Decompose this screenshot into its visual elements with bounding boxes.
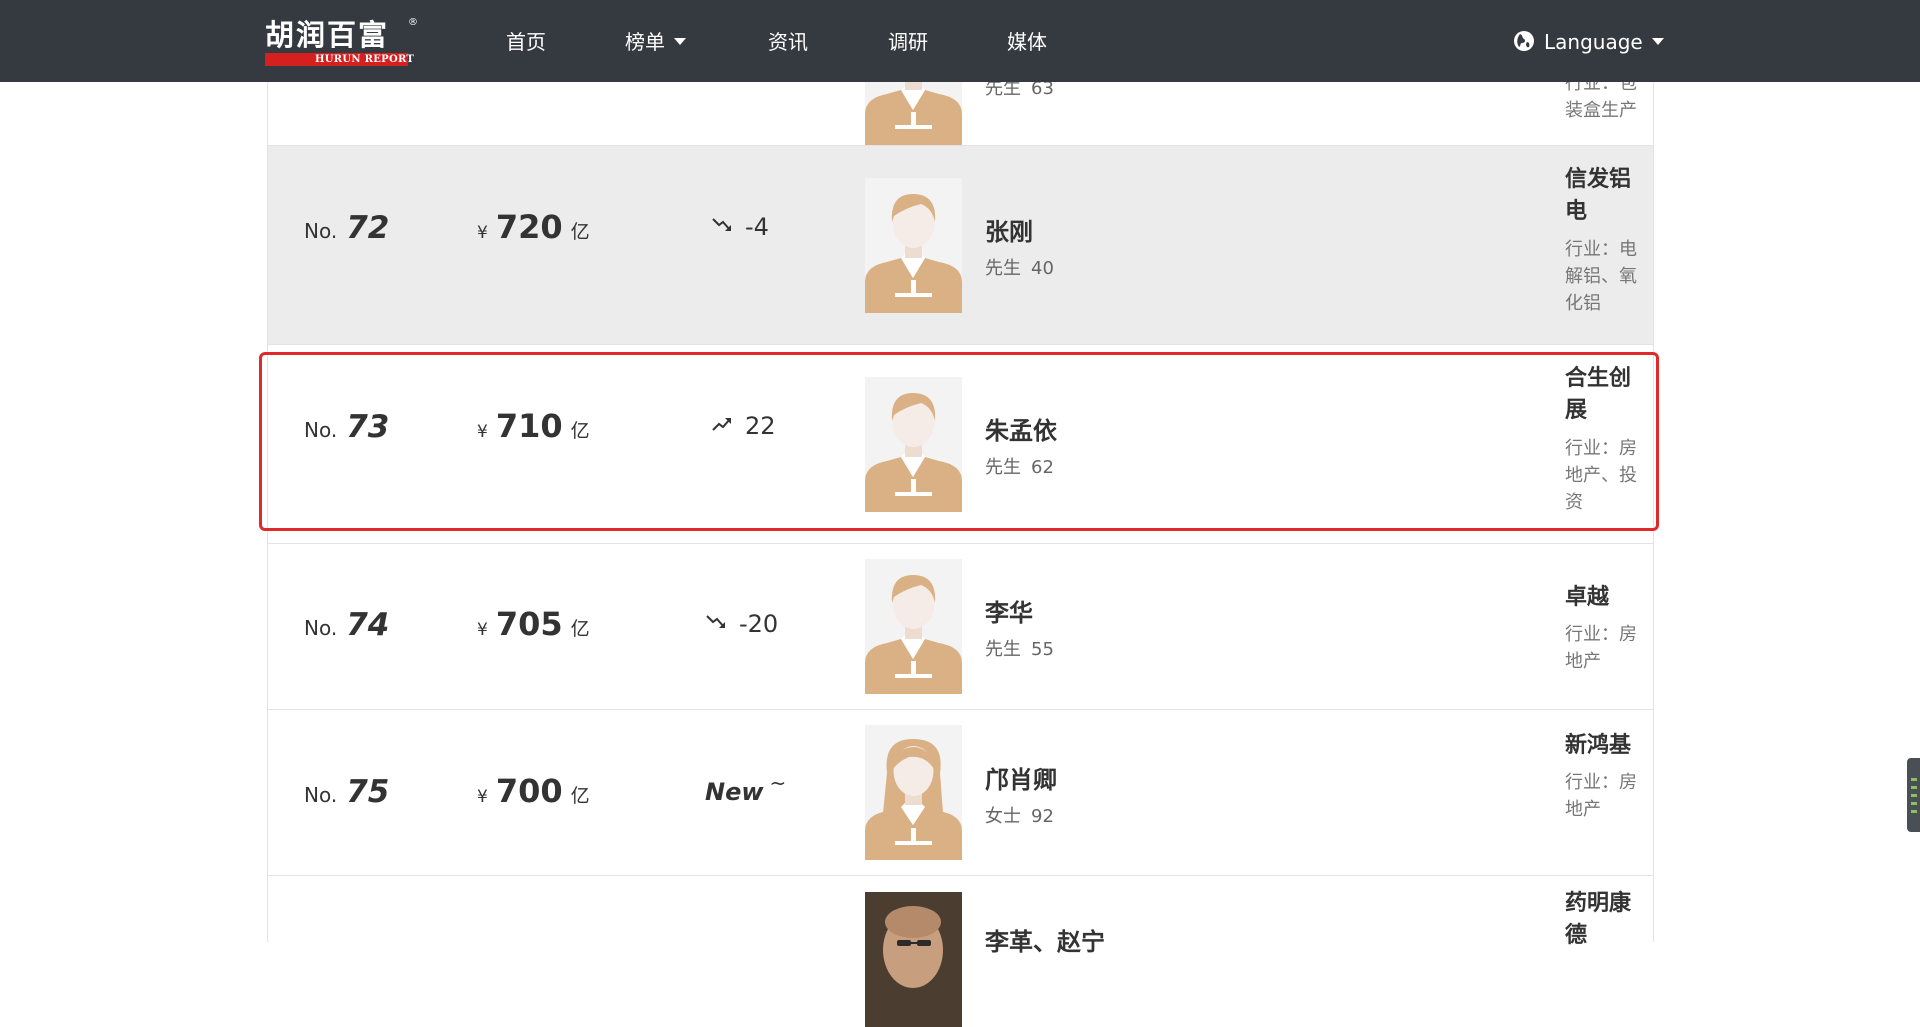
- currency-symbol: ¥: [477, 787, 488, 807]
- person-name[interactable]: 邝肖卿: [985, 760, 1057, 795]
- person-name[interactable]: 李革、赵宁: [985, 922, 1105, 957]
- rank-change: New ~: [705, 771, 786, 806]
- table-row[interactable]: 先生 63 行业：包 装盒生产: [268, 10, 1653, 146]
- company-name[interactable]: 合生创展: [1565, 363, 1643, 427]
- wealth-amount: 710: [495, 407, 563, 445]
- nav-home-label: 首页: [506, 30, 546, 54]
- wealth-amount: 700: [495, 772, 563, 810]
- person-meta: 先生 55: [985, 635, 1054, 661]
- wealth: ¥720 亿: [477, 208, 590, 246]
- nav-media-label: 媒体: [1007, 30, 1047, 54]
- language-dropdown[interactable]: Language: [1514, 28, 1664, 56]
- person-age: 55: [1031, 639, 1054, 660]
- table-row[interactable]: 李革、赵宁 药明康德: [268, 876, 1653, 1027]
- nav-rankings-label: 榜单: [625, 30, 665, 54]
- wealth-unit: 亿: [570, 221, 590, 243]
- rank-number: 72: [346, 210, 390, 246]
- wealth-amount: 720: [495, 208, 563, 246]
- rank: No. 72: [304, 210, 389, 246]
- avatar-male: [865, 178, 962, 313]
- company-name[interactable]: 卓越: [1565, 582, 1643, 614]
- language-label: Language: [1544, 30, 1643, 54]
- person-name[interactable]: 朱孟依: [985, 411, 1057, 446]
- person-name[interactable]: 李华: [985, 593, 1033, 628]
- table-row[interactable]: No. 73 ¥710 亿 22 朱孟依 先生 62 合生创展 行业：房地产、投资: [268, 345, 1653, 544]
- wealth-unit: 亿: [570, 618, 590, 640]
- trend-down-icon: [711, 214, 733, 236]
- company-name[interactable]: 药明康德: [1565, 888, 1643, 952]
- person-name[interactable]: 张刚: [985, 212, 1033, 247]
- table-row[interactable]: No. 74 ¥705 亿 -20 李华 先生 55 卓越 行业：房地产: [268, 544, 1653, 710]
- nav-research[interactable]: 调研: [888, 28, 928, 56]
- currency-symbol: ¥: [477, 422, 488, 442]
- rank-change-value: -4: [745, 213, 769, 241]
- wealth-amount: 705: [495, 605, 563, 643]
- top-navbar: 胡润百富 ® HURUN REPORT 首页 榜单 资讯 调研 媒体 Langu…: [0, 0, 1920, 82]
- company-industry: 行业：房地产、投资: [1565, 438, 1637, 513]
- currency-symbol: ¥: [477, 223, 488, 243]
- person-title: 先生: [985, 457, 1021, 478]
- logo-registered-mark: ®: [408, 17, 418, 28]
- rank-change: 22: [711, 412, 776, 440]
- logo-english-text: HURUN REPORT: [315, 54, 415, 65]
- company-industry: 行业：房地产: [1565, 772, 1637, 820]
- logo-chinese-text: 胡润百富: [265, 18, 390, 52]
- trend-down-icon: [705, 611, 727, 633]
- rank: No. 74: [304, 607, 389, 643]
- company-industry: 行业：房地产: [1565, 624, 1637, 672]
- caret-down-icon: [1651, 38, 1664, 45]
- person-title: 先生: [985, 639, 1021, 660]
- trend-up-icon: [711, 413, 733, 435]
- person-meta: 先生 62: [985, 453, 1054, 479]
- rank-prefix: No.: [304, 783, 338, 807]
- rank-change-value: -20: [739, 610, 779, 638]
- rank: No. 73: [304, 409, 389, 445]
- nav-news-label: 资讯: [768, 30, 808, 54]
- rank-number: 75: [346, 774, 390, 810]
- nav-rankings-dropdown[interactable]: 榜单: [625, 28, 686, 56]
- wealth: ¥710 亿: [477, 407, 590, 445]
- wealth-unit: 亿: [570, 785, 590, 807]
- person-meta: 先生 40: [985, 254, 1054, 280]
- avatar-male: [865, 559, 962, 694]
- hurun-logo[interactable]: 胡润百富 ® HURUN REPORT: [265, 17, 418, 66]
- rank-prefix: No.: [304, 616, 338, 640]
- wealth: ¥705 亿: [477, 605, 590, 643]
- person-age: 92: [1031, 806, 1054, 827]
- globe-icon: [1514, 30, 1534, 51]
- rich-list-table: 先生 63 行业：包 装盒生产 No. 72 ¥720 亿 -4 张刚 先生 40 信发…: [267, 10, 1654, 1027]
- rank-change-value: 22: [745, 412, 776, 440]
- rank-number: 73: [346, 409, 390, 445]
- wealth-unit: 亿: [570, 420, 590, 442]
- person-meta: 女士 92: [985, 802, 1054, 828]
- table-row[interactable]: No. 72 ¥720 亿 -4 张刚 先生 40 信发铝电 行业：电解铝、氧化铝: [268, 146, 1653, 345]
- avatar-female: [865, 725, 962, 860]
- wealth: ¥700 亿: [477, 772, 590, 810]
- nav-news[interactable]: 资讯: [768, 28, 808, 56]
- avatar-photo: [865, 892, 962, 1027]
- rank-prefix: No.: [304, 418, 338, 442]
- avatar-male: [865, 377, 962, 512]
- table-row[interactable]: No. 75 ¥700 亿 New ~ 邝肖卿 女士 92 新鸿基 行业：房地产: [268, 710, 1653, 876]
- person-age: 62: [1031, 457, 1054, 478]
- caret-down-icon: [674, 38, 686, 45]
- person-title: 先生: [985, 258, 1021, 279]
- rank-prefix: No.: [304, 219, 338, 243]
- company-name[interactable]: 信发铝电: [1565, 164, 1643, 228]
- company-industry: 行业：电解铝、氧化铝: [1565, 239, 1637, 314]
- currency-symbol: ¥: [477, 620, 488, 640]
- new-entry-label: New: [705, 778, 764, 806]
- nav-home[interactable]: 首页: [506, 28, 546, 56]
- new-entry-suffix: ~: [769, 771, 787, 795]
- company-name[interactable]: 新鸿基: [1565, 730, 1643, 762]
- rank: No. 75: [304, 774, 389, 810]
- nav-research-label: 调研: [888, 30, 928, 54]
- person-age: 40: [1031, 258, 1054, 279]
- rank-change: -20: [705, 610, 778, 638]
- rank-number: 74: [346, 607, 390, 643]
- side-floating-widget[interactable]: [1907, 758, 1920, 832]
- nav-media[interactable]: 媒体: [1007, 28, 1047, 56]
- person-title: 女士: [985, 806, 1021, 827]
- rank-change: -4: [711, 213, 769, 241]
